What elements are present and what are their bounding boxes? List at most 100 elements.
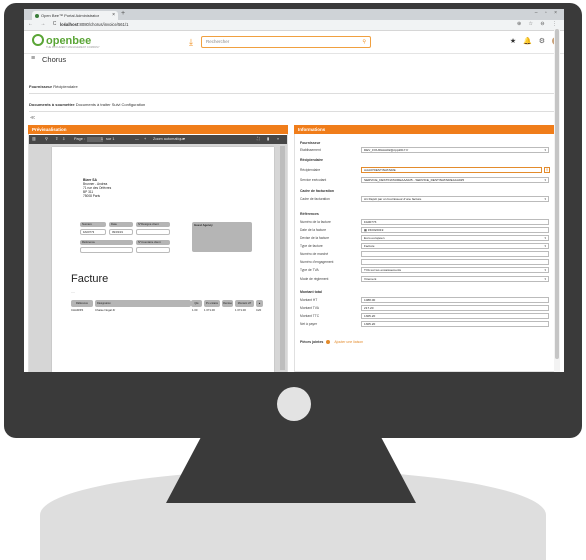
section-fournisseur: Fournisseur [300, 141, 321, 145]
table-cell: C20 [256, 308, 262, 312]
table-header: Référence [71, 300, 93, 307]
zoom-select[interactable]: Zoom automatique [153, 135, 185, 144]
zoom-in-icon[interactable]: + [144, 135, 146, 144]
table-cell: 1 071.00 [235, 308, 246, 312]
fullscreen-icon[interactable]: ⛶ [257, 135, 260, 144]
devise-value: Euro européen [364, 236, 385, 240]
label-client-inventory: N°inventaire client [136, 240, 170, 245]
invoice-title: Facture [71, 273, 109, 285]
numero-input[interactable]: FA00773 [361, 219, 549, 225]
breadcrumb-fournisseur[interactable]: Fournisseur [29, 84, 52, 89]
marche-input[interactable] [361, 251, 549, 257]
net-value: 1305.20 [364, 322, 376, 326]
label-type: Type de facture [300, 244, 323, 248]
section-recipiendaire: Récipiendaire [300, 158, 323, 162]
calendar-icon[interactable]: ▦ [364, 228, 367, 232]
label-reference: Référence [80, 240, 133, 245]
devise-select[interactable]: Euro européen ▾ [361, 235, 549, 241]
table-cell: Chaise Nogal Zr [95, 308, 116, 312]
add-attachment-link[interactable]: Ajouter une liaison [334, 340, 363, 344]
client-name-box: Guest Agency [192, 222, 252, 252]
table-header: Désignation [95, 300, 191, 307]
tva-select[interactable]: TVA sur les encaissements ▾ [361, 267, 549, 273]
section-references: Références [300, 212, 319, 216]
table-header: Montant HT [235, 300, 254, 307]
add-attachment-icon[interactable] [326, 340, 331, 345]
pdf-search-icon[interactable]: ⚲ [45, 135, 48, 144]
net-input[interactable]: 1305.20 [361, 321, 549, 327]
page-number-input[interactable]: 1 [87, 137, 103, 142]
chevron-down-icon: ▾ [544, 268, 546, 272]
etablissement-value: DEV_FOURAAA02@cpp2017.fr [364, 148, 409, 152]
table-cell: 1.00 [192, 308, 198, 312]
pieces-jointes: Pièces jointes Ajouter une liaison [300, 340, 363, 345]
informations-header: Informations [294, 125, 554, 134]
breadcrumb-others[interactable]: Documents à traiter Suivi Configuration [75, 102, 146, 107]
company-address: Bizer SA Brunner - Andrea 71 rue des Orf… [83, 178, 111, 198]
mtva-input[interactable]: 217.20 [361, 305, 549, 311]
type-select[interactable]: Facture ▾ [361, 243, 549, 249]
page-label: Page : [74, 137, 85, 141]
service-select[interactable]: SERVICE_DESTINATAIREAAA025 - SERVICE_DES… [361, 177, 549, 183]
ht-input[interactable]: 1088.00 [361, 297, 549, 303]
ht-value: 1088.00 [364, 298, 376, 302]
type-value: Facture [364, 244, 375, 248]
label-numero: Numéro [80, 222, 106, 227]
recipiendaire-input[interactable]: AAA07DESTINATAIRE [361, 167, 542, 173]
value-client-number [136, 229, 170, 235]
chevron-down-icon: ▾ [544, 236, 546, 240]
page-scrollbar[interactable] [554, 29, 560, 372]
label-ttc: Montant TTC [300, 314, 320, 318]
label-etablissement: Etablissement [300, 148, 321, 152]
date-value: 15/03/2019 [367, 228, 384, 232]
etablissement-select[interactable]: DEV_FOURAAA02@cpp2017.fr ▾ [361, 147, 549, 153]
prev-page-icon[interactable]: ⇧ [55, 135, 58, 144]
cadre-value: A1 Dépôt par un fournisseur d'une factur… [364, 197, 422, 201]
breadcrumb-top: Fournisseur Récipiendaire [29, 84, 78, 89]
value-reference [80, 247, 133, 253]
breadcrumb-recipiendaire[interactable]: Récipiendaire [52, 84, 77, 89]
label-client-number: N°Désigné client [136, 222, 170, 227]
reglement-select[interactable]: Virement ▾ [361, 276, 549, 282]
next-page-icon[interactable]: ⇩ [62, 135, 65, 144]
chevron-down-icon: ▾ [544, 244, 546, 248]
power-button [277, 387, 311, 421]
preview-header: Prévisualisation [28, 125, 288, 134]
chevron-down-icon: ▾ [544, 148, 546, 152]
sidebar-toggle-icon[interactable]: ▥ [32, 135, 36, 144]
zoom-out-icon[interactable]: — [135, 135, 139, 144]
label-date: Date [109, 222, 133, 227]
recipiendaire-value: AAA07DESTINATAIRE [364, 168, 396, 172]
ttc-value: 1305.20 [364, 314, 376, 318]
label-devise: Devise de la facture [300, 236, 330, 240]
scrollbar-thumb[interactable] [555, 29, 559, 359]
breadcrumb-documents: Documents à soumettre Documents à traite… [29, 102, 145, 107]
pieces-label: Pièces jointes [300, 340, 324, 344]
label-date: Date de la facture [300, 228, 327, 232]
pdf-scrollbar[interactable] [280, 146, 285, 370]
zoom-dropdown-icon[interactable]: ▾ [183, 135, 185, 144]
page-title: Chorus [42, 55, 67, 64]
label-cadre: Cadre de facturation [300, 197, 330, 201]
menu-icon[interactable]: ≡ [31, 55, 35, 62]
date-input[interactable]: ▦ 15/03/2019 [361, 227, 549, 233]
reglement-value: Virement [364, 277, 377, 281]
breadcrumb-soumettre[interactable]: Documents à soumettre [29, 102, 75, 107]
engagement-input[interactable] [361, 259, 549, 265]
recipiendaire-search-button[interactable]: ⚲ [544, 167, 550, 173]
value-client-inventory [136, 247, 170, 253]
bookmark-icon[interactable]: ▮ [267, 135, 269, 144]
table-header: Qté [191, 300, 202, 307]
value-numero: FA00773 [80, 229, 106, 235]
more-tools-icon[interactable]: » [277, 135, 279, 144]
pdf-toolbar: ▥ ⚲ ⇧ ⇩ Page : 1 sur 1 — + Zoom automati… [29, 135, 287, 144]
label-engagement: Numéro d'engagement [300, 260, 334, 264]
ttc-input[interactable]: 1305.20 [361, 313, 549, 319]
title-dash: — [71, 289, 75, 294]
chevron-down-icon: ▾ [544, 178, 546, 182]
table-header: Remise [222, 300, 233, 307]
back-icon[interactable]: ≪ [30, 115, 35, 121]
label-ht: Montant HT [300, 298, 318, 302]
monitor-stand-neck [166, 437, 416, 503]
cadre-select[interactable]: A1 Dépôt par un fournisseur d'une factur… [361, 196, 549, 202]
